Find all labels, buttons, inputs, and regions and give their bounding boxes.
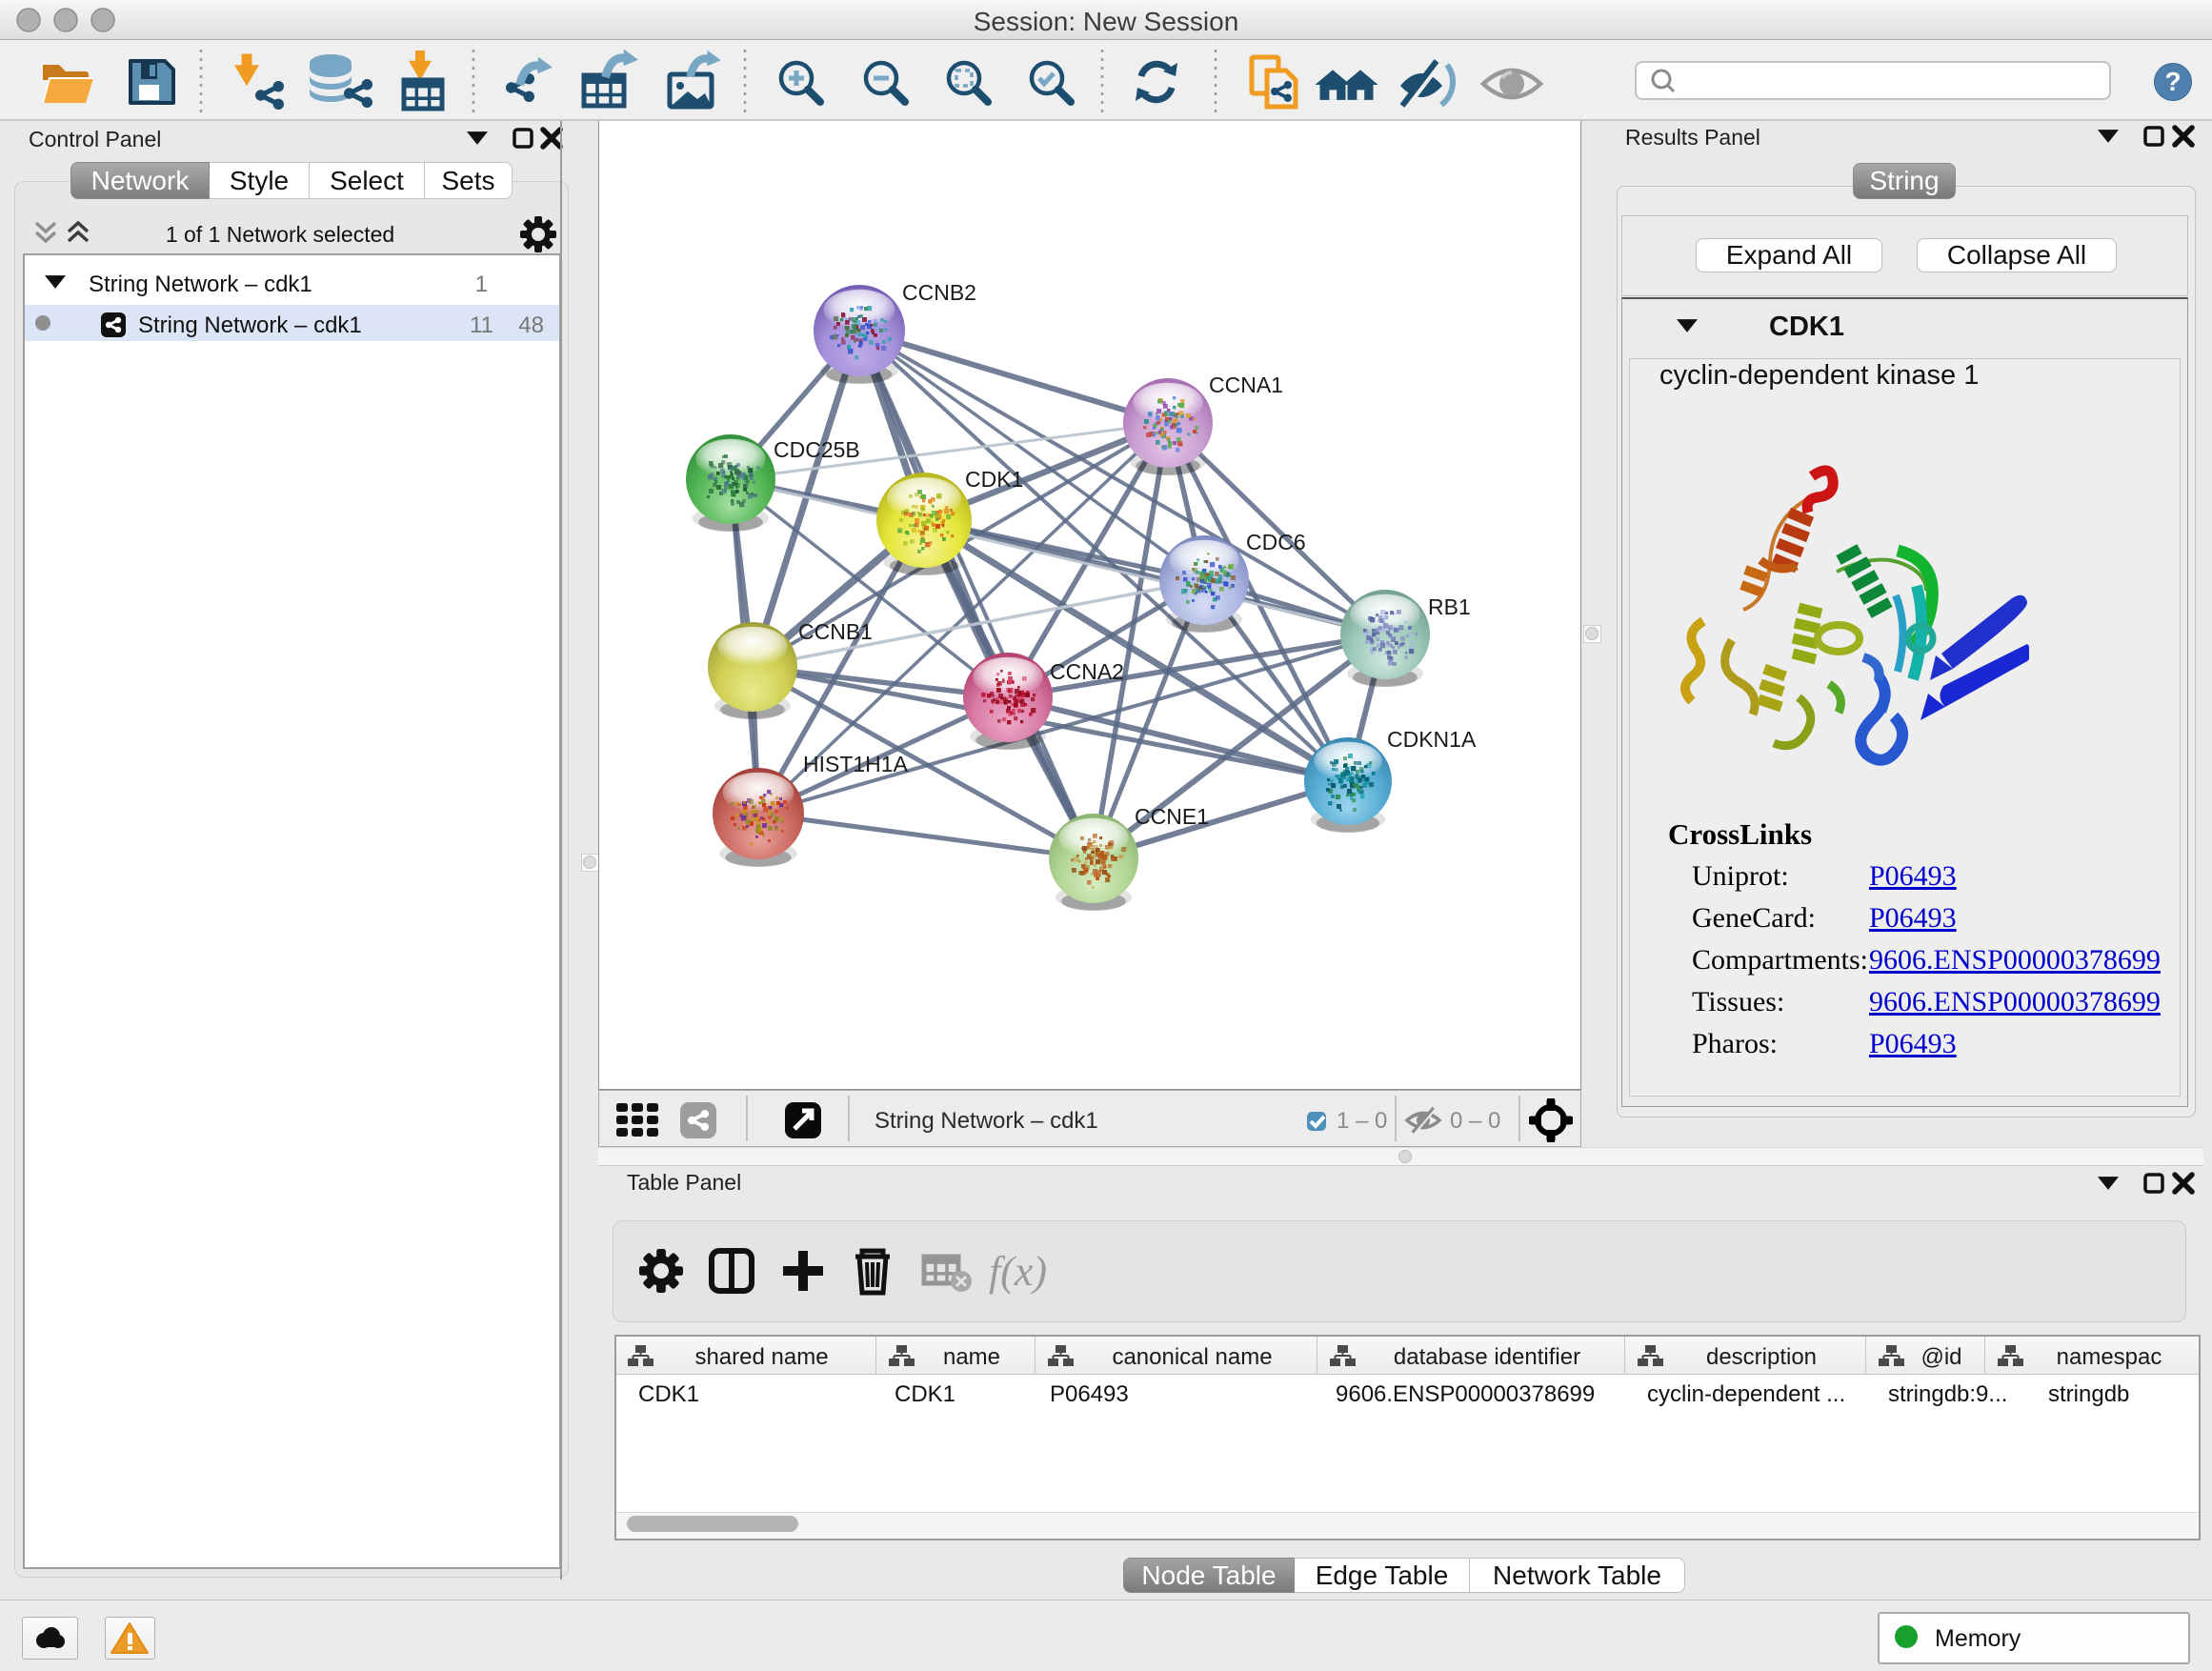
svg-text:RB1: RB1 bbox=[1428, 594, 1471, 619]
svg-text:CCNB2: CCNB2 bbox=[902, 280, 976, 305]
svg-text:CDC25B: CDC25B bbox=[774, 437, 860, 462]
svg-text:CDK1: CDK1 bbox=[965, 467, 1023, 492]
svg-text:CCNA2: CCNA2 bbox=[1050, 659, 1124, 684]
svg-text:f(x): f(x) bbox=[989, 1248, 1047, 1295]
svg-text:HIST1H1A: HIST1H1A bbox=[803, 752, 909, 776]
svg-text:CDKN1A: CDKN1A bbox=[1387, 727, 1477, 752]
svg-text:CCNB1: CCNB1 bbox=[798, 619, 873, 644]
svg-text:CCNA1: CCNA1 bbox=[1209, 372, 1283, 397]
svg-text:CCNE1: CCNE1 bbox=[1135, 804, 1209, 829]
svg-text:CDC6: CDC6 bbox=[1246, 530, 1306, 554]
